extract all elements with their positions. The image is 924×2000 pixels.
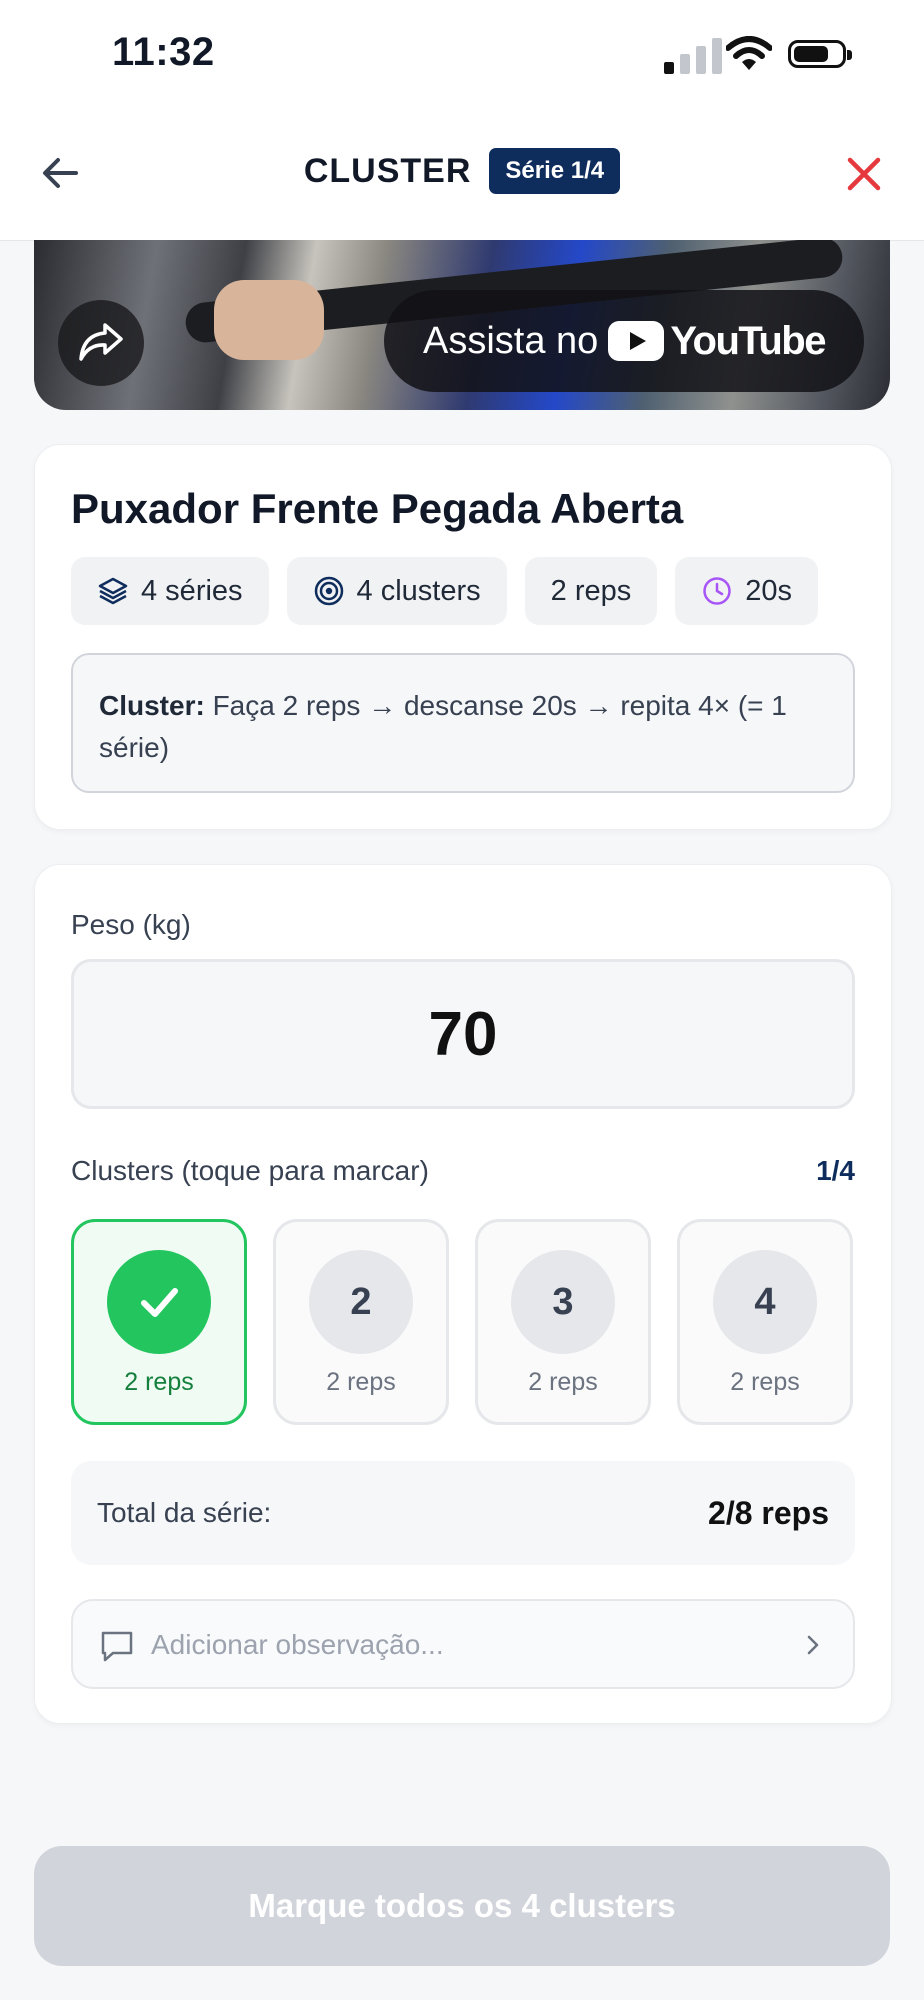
comment-icon bbox=[101, 1631, 133, 1662]
cluster-button-1[interactable]: 2 reps bbox=[71, 1219, 247, 1425]
youtube-logo: YouTube bbox=[608, 318, 826, 364]
youtube-wordmark: YouTube bbox=[670, 318, 826, 363]
weight-input[interactable]: 70 bbox=[71, 959, 855, 1109]
cluster-instructions: Cluster: Faça 2 reps → descanse 20s → re… bbox=[71, 653, 855, 793]
cluster-4-number: 4 bbox=[713, 1250, 817, 1354]
cluster-3-number: 3 bbox=[511, 1250, 615, 1354]
youtube-prefix-label: Assista no bbox=[423, 319, 599, 362]
exercise-info-card: Puxador Frente Pegada Aberta 4 séries 4 … bbox=[34, 444, 892, 830]
add-note-field[interactable]: Adicionar observação... bbox=[71, 1599, 855, 1689]
clusters-progress-count: 1/4 bbox=[816, 1155, 855, 1186]
watch-on-youtube-button[interactable]: Assista no YouTube bbox=[384, 290, 864, 392]
cluster-button-2[interactable]: 2 2 reps bbox=[273, 1219, 449, 1425]
add-note-placeholder: Adicionar observação... bbox=[151, 1629, 444, 1660]
series-badge: Série 1/4 bbox=[489, 148, 621, 194]
series-chip-label: 4 séries bbox=[141, 574, 243, 607]
share-icon bbox=[79, 323, 123, 361]
reps-chip: 2 reps bbox=[524, 557, 658, 625]
clusters-chip-label: 4 clusters bbox=[356, 574, 481, 607]
weight-label: Peso (kg) bbox=[71, 909, 191, 940]
series-total-label: Total da série: bbox=[97, 1497, 272, 1528]
series-total-value: 2/8 reps bbox=[708, 1495, 829, 1531]
cluster-2-reps: 2 reps bbox=[326, 1368, 396, 1396]
rest-chip: 20s bbox=[675, 557, 819, 625]
status-bar: 11:32 bbox=[0, 0, 924, 110]
clusters-label: Clusters (toque para marcar) bbox=[71, 1155, 429, 1186]
cluster-2-number: 2 bbox=[309, 1250, 413, 1354]
rest-chip-label: 20s bbox=[745, 574, 793, 607]
share-button[interactable] bbox=[58, 300, 144, 386]
wifi-icon bbox=[726, 36, 772, 70]
header-title-group: CLUSTER Série 1/4 bbox=[0, 148, 924, 194]
cluster-4-reps: 2 reps bbox=[730, 1368, 800, 1396]
battery-icon bbox=[788, 40, 852, 68]
cluster-button-4[interactable]: 4 2 reps bbox=[677, 1219, 853, 1425]
exercise-name: Puxador Frente Pegada Aberta bbox=[71, 485, 684, 532]
page-title: CLUSTER bbox=[303, 151, 472, 190]
cluster-button-3[interactable]: 3 2 reps bbox=[475, 1219, 651, 1425]
top-header: CLUSTER Série 1/4 bbox=[0, 110, 924, 241]
clock-icon bbox=[703, 577, 732, 605]
cluster-buttons: 2 reps 2 2 reps 3 2 reps 4 2 reps bbox=[71, 1219, 853, 1425]
exercise-chips: 4 séries 4 clusters 2 reps 20s bbox=[71, 557, 819, 625]
set-logging-card: Peso (kg) 70 Clusters (toque para marcar… bbox=[34, 864, 892, 1724]
status-time: 11:32 bbox=[112, 30, 215, 74]
series-total-row: Total da série: 2/8 reps bbox=[71, 1461, 855, 1565]
cluster-instructions-title: Cluster: bbox=[99, 690, 205, 721]
reps-chip-label: 2 reps bbox=[550, 574, 632, 607]
series-chip: 4 séries bbox=[71, 557, 269, 625]
cluster-3-reps: 2 reps bbox=[528, 1368, 598, 1396]
cluster-1-check bbox=[107, 1250, 211, 1354]
chevron-right-icon bbox=[807, 1635, 819, 1655]
close-icon[interactable] bbox=[840, 150, 888, 198]
checkmark-icon bbox=[141, 1288, 178, 1317]
cluster-1-reps: 2 reps bbox=[124, 1368, 194, 1396]
clusters-chip: 4 clusters bbox=[286, 557, 507, 625]
complete-set-button[interactable]: Marque todos os 4 clusters bbox=[34, 1846, 890, 1966]
target-icon bbox=[314, 576, 343, 606]
youtube-play-icon bbox=[608, 321, 665, 361]
layers-icon bbox=[98, 577, 128, 605]
